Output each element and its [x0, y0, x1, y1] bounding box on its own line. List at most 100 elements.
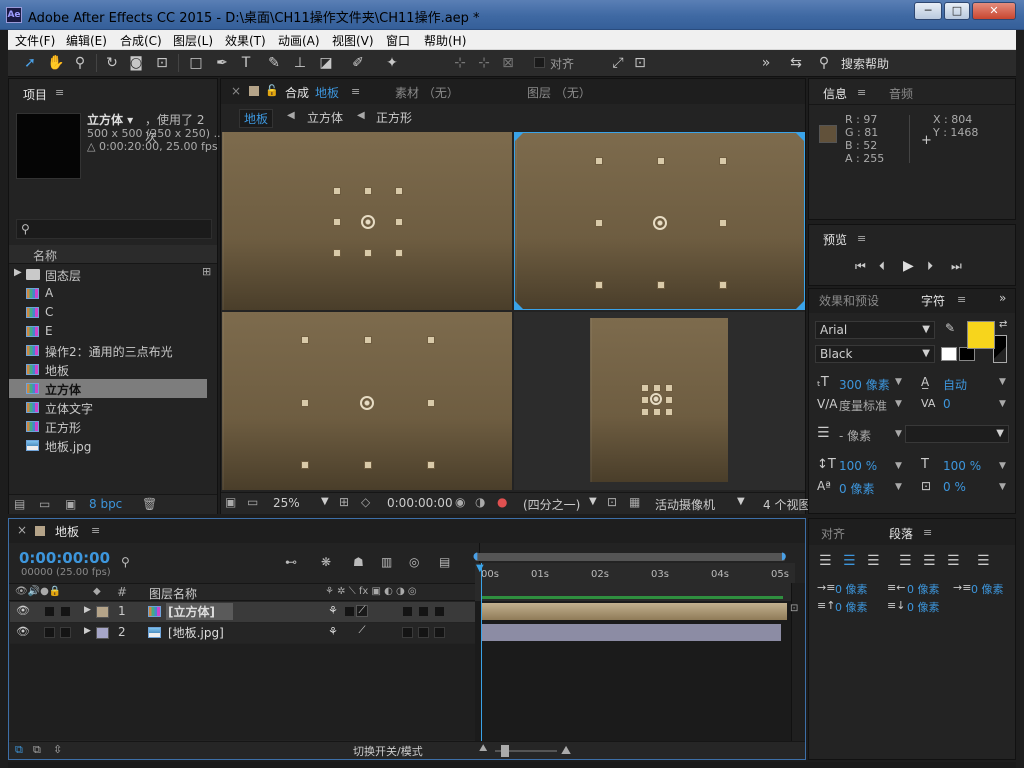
expand-arrow-icon[interactable]: ▶: [84, 605, 91, 615]
tab-timeline[interactable]: 地板: [55, 523, 79, 540]
chevron-down-icon[interactable]: ▼: [999, 377, 1006, 387]
panel-menu-icon[interactable]: ≡: [91, 524, 100, 537]
views-dropdown[interactable]: 4 个视图: [763, 496, 810, 513]
white-swatch[interactable]: [941, 347, 957, 361]
project-search-input[interactable]: ⚲: [16, 219, 212, 239]
panel-menu-icon[interactable]: ≡: [351, 85, 360, 98]
zoom-out-icon[interactable]: ⛰: [479, 743, 487, 754]
brush-tool-icon[interactable]: ✎: [264, 54, 284, 72]
tsume-value[interactable]: 0 %: [943, 480, 966, 494]
list-item[interactable]: 正方形: [9, 417, 207, 436]
pen-tool-icon[interactable]: ✒: [212, 54, 232, 72]
close-tab-icon[interactable]: ×: [231, 84, 241, 98]
tab-preview[interactable]: 预览: [823, 231, 847, 248]
last-frame-icon[interactable]: ⏭: [951, 259, 962, 274]
horizontal-scale-value[interactable]: 100 %: [943, 459, 981, 473]
chevron-down-icon[interactable]: ▼: [895, 461, 902, 471]
breadcrumb-item[interactable]: 地板: [239, 109, 274, 128]
minimize-button[interactable]: ─: [914, 2, 942, 20]
tab-project[interactable]: 项目: [23, 86, 47, 103]
panel-menu-icon[interactable]: ≡: [55, 86, 64, 99]
menu-animation[interactable]: 动画(A): [278, 32, 320, 49]
panel-menu-icon[interactable]: ≡: [957, 293, 966, 306]
eyedropper-icon[interactable]: ✎: [945, 321, 955, 335]
maximize-button[interactable]: □: [944, 2, 970, 20]
panel-menu-icon[interactable]: ≡: [923, 526, 932, 539]
list-item[interactable]: C: [9, 303, 207, 322]
lock-icon[interactable]: 🔓: [265, 84, 279, 97]
play-icon[interactable]: ▶: [903, 258, 914, 274]
expand-panel-icon[interactable]: »: [999, 291, 1006, 305]
table-row[interactable]: 👁 ▶ 1 [立方体] ⚘ ⟋: [10, 602, 479, 622]
font-style-dropdown[interactable]: Black ▼: [815, 345, 935, 363]
bit-depth-button[interactable]: 8 bpc: [89, 497, 122, 511]
type-tool-icon[interactable]: T: [236, 54, 256, 72]
align-center-icon[interactable]: ☰: [843, 553, 856, 569]
viewport-top-left[interactable]: [222, 132, 512, 310]
tab-footage[interactable]: 素材 （无）: [395, 84, 459, 101]
panel-menu-icon[interactable]: ≡: [857, 86, 866, 99]
toggle-switches-modes[interactable]: 切换开关/模式: [353, 743, 423, 759]
eraser-tool-icon[interactable]: ◪: [316, 54, 336, 72]
layer-bar-floor[interactable]: [481, 624, 781, 641]
work-area-bar[interactable]: [475, 553, 785, 561]
monitor-icon[interactable]: ▭: [247, 495, 258, 509]
font-family-dropdown[interactable]: Arial ▼: [815, 321, 935, 339]
align-left-icon[interactable]: ☰: [819, 553, 832, 569]
playhead-icon[interactable]: ▼: [476, 563, 484, 574]
anchor-point-icon[interactable]: [653, 216, 667, 230]
close-button[interactable]: ✕: [972, 2, 1016, 20]
justify-left-icon[interactable]: ☰: [899, 553, 912, 569]
trash-icon[interactable]: 🗑: [142, 497, 157, 511]
time-ruler[interactable]: [475, 563, 795, 583]
anchor-point-icon[interactable]: [361, 215, 375, 229]
hand-tool-icon[interactable]: ✋: [46, 54, 66, 72]
label-swatch[interactable]: [96, 627, 109, 639]
clone-stamp-tool-icon[interactable]: ⊥: [290, 54, 310, 72]
list-item[interactable]: 操作2：通用的三点布光: [9, 341, 207, 360]
collapse-switch-icon[interactable]: ⟋: [356, 605, 368, 617]
viewport-top-right-active[interactable]: [514, 132, 805, 310]
menu-layer[interactable]: 图层(L): [173, 32, 213, 49]
tab-character[interactable]: 字符: [921, 292, 945, 309]
world-axis-icon[interactable]: ⊹: [474, 54, 494, 72]
snap-checkbox[interactable]: [534, 57, 545, 68]
channel-icon[interactable]: ●: [497, 495, 507, 509]
search-icon[interactable]: ⚲: [121, 555, 130, 569]
baseline-shift-value[interactable]: 0 像素: [839, 480, 874, 497]
draft-3d-icon[interactable]: ❋: [321, 555, 331, 569]
menu-file[interactable]: 文件(F): [15, 32, 55, 49]
rotate-tool-icon[interactable]: ↻: [102, 54, 122, 72]
expand-arrow-icon[interactable]: ▶: [84, 626, 91, 636]
indent-left-value[interactable]: 0 像素: [835, 581, 868, 597]
tracking-value[interactable]: 0: [943, 397, 951, 411]
chevron-down-icon[interactable]: ▼: [895, 482, 902, 492]
search-icon[interactable]: ⚲: [814, 54, 834, 72]
layer-switches-icon[interactable]: ⧉: [15, 743, 23, 757]
menu-effect[interactable]: 效果(T): [225, 32, 266, 49]
zoom-dropdown[interactable]: 25%: [273, 496, 300, 510]
chevron-down-icon[interactable]: ▼: [999, 482, 1006, 492]
hierarchy-icon[interactable]: ⊞: [202, 265, 211, 278]
breadcrumb-item[interactable]: 正方形: [376, 109, 412, 126]
frame-blending-icon[interactable]: ▥: [381, 555, 392, 569]
transparency-grid-icon[interactable]: ▦: [629, 495, 640, 509]
font-size-value[interactable]: 300 像素: [839, 376, 890, 393]
chevron-down-icon[interactable]: ▼: [895, 377, 902, 387]
menu-edit[interactable]: 编辑(E): [66, 32, 107, 49]
space-before-value[interactable]: 0 像素: [835, 599, 868, 615]
grid-guide-icon[interactable]: ⊞: [339, 495, 349, 509]
playhead-line[interactable]: [481, 563, 482, 741]
stroke-width-value[interactable]: - 像素: [839, 427, 871, 444]
viewport-bottom-right[interactable]: [514, 312, 805, 490]
expand-toolbar-icon[interactable]: »: [756, 54, 776, 72]
justify-right-icon[interactable]: ☰: [947, 553, 960, 569]
align-right-icon[interactable]: ☰: [867, 553, 880, 569]
indent-first-value[interactable]: 0 像素: [971, 581, 1004, 597]
region-of-interest-icon[interactable]: ⊡: [607, 495, 617, 509]
in-out-icon[interactable]: ⇳: [53, 743, 62, 756]
shy-switch-icon[interactable]: ⚘: [328, 604, 338, 617]
resolution-dropdown[interactable]: (四分之一): [523, 496, 580, 513]
list-item[interactable]: 地板: [9, 360, 207, 379]
zoom-slider-thumb[interactable]: [501, 745, 509, 757]
